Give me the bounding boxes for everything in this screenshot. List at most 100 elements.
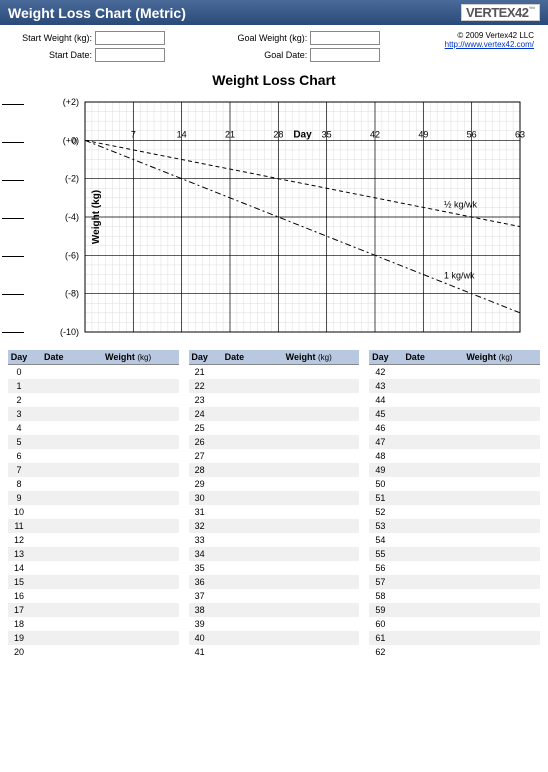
table-row: 7 [8, 463, 179, 477]
goal-weight-label: Goal Weight (kg): [229, 33, 307, 43]
table-row: 55 [369, 547, 540, 561]
table-row: 26 [189, 435, 360, 449]
svg-text:(+2): (+2) [63, 97, 79, 107]
table-row: 50 [369, 477, 540, 491]
vertex42-link[interactable]: http://www.vertex42.com/ [445, 40, 534, 49]
title-bar: Weight Loss Chart (Metric) VERTEX42™ [0, 0, 548, 25]
table-row: 37 [189, 589, 360, 603]
start-date-input[interactable] [95, 48, 165, 62]
goal-weight-input[interactable] [310, 31, 380, 45]
col-date: Date [391, 350, 438, 365]
table-row: 13 [8, 547, 179, 561]
table-row: 58 [369, 589, 540, 603]
table-row: 8 [8, 477, 179, 491]
table-row: 62 [369, 645, 540, 659]
log-table: DayDateWeight (kg)2122232425262728293031… [189, 350, 360, 659]
table-row: 17 [8, 603, 179, 617]
svg-text:28: 28 [273, 129, 283, 139]
table-row: 18 [8, 617, 179, 631]
table-row: 43 [369, 379, 540, 393]
start-weight-input[interactable] [95, 31, 165, 45]
page-title: Weight Loss Chart (Metric) [8, 5, 186, 21]
table-row: 4 [8, 421, 179, 435]
table-row: 28 [189, 463, 360, 477]
vertex42-logo: VERTEX42™ [461, 4, 540, 21]
weight-loss-chart: 071421283542495663Day(+2)(+0)(-2)(-4)(-6… [30, 92, 530, 342]
table-row: 21 [189, 365, 360, 379]
svg-text:1 kg/wk: 1 kg/wk [444, 271, 475, 281]
table-row: 16 [8, 589, 179, 603]
svg-text:(-4): (-4) [65, 212, 79, 222]
table-row: 14 [8, 561, 179, 575]
col-weight: Weight (kg) [77, 350, 178, 365]
log-table: DayDateWeight (kg)4243444546474849505152… [369, 350, 540, 659]
col-day: Day [189, 350, 211, 365]
table-row: 19 [8, 631, 179, 645]
table-row: 24 [189, 407, 360, 421]
svg-text:Weight (kg): Weight (kg) [91, 190, 102, 244]
table-row: 34 [189, 547, 360, 561]
table-row: 61 [369, 631, 540, 645]
table-row: 6 [8, 449, 179, 463]
svg-text:½ kg/wk: ½ kg/wk [444, 200, 478, 210]
svg-text:14: 14 [177, 129, 187, 139]
col-day: Day [369, 350, 391, 365]
svg-text:63: 63 [515, 129, 525, 139]
table-row: 3 [8, 407, 179, 421]
table-row: 23 [189, 393, 360, 407]
table-row: 31 [189, 505, 360, 519]
svg-text:49: 49 [418, 129, 428, 139]
table-row: 51 [369, 491, 540, 505]
svg-text:Day: Day [293, 129, 312, 140]
table-row: 56 [369, 561, 540, 575]
table-row: 0 [8, 365, 179, 379]
table-row: 30 [189, 491, 360, 505]
svg-text:7: 7 [131, 129, 136, 139]
table-row: 11 [8, 519, 179, 533]
side-blank-lines [2, 92, 24, 342]
col-day: Day [8, 350, 30, 365]
table-row: 42 [369, 365, 540, 379]
table-row: 60 [369, 617, 540, 631]
svg-text:42: 42 [370, 129, 380, 139]
table-row: 9 [8, 491, 179, 505]
goal-date-label: Goal Date: [229, 50, 307, 60]
svg-text:(-2): (-2) [65, 174, 79, 184]
table-row: 33 [189, 533, 360, 547]
table-row: 36 [189, 575, 360, 589]
table-row: 49 [369, 463, 540, 477]
svg-text:(-10): (-10) [60, 327, 79, 337]
table-row: 5 [8, 435, 179, 449]
table-row: 52 [369, 505, 540, 519]
table-row: 46 [369, 421, 540, 435]
table-row: 47 [369, 435, 540, 449]
table-row: 1 [8, 379, 179, 393]
svg-text:21: 21 [225, 129, 235, 139]
table-row: 15 [8, 575, 179, 589]
copyright-text: © 2009 Vertex42 LLC [445, 31, 534, 40]
table-row: 10 [8, 505, 179, 519]
svg-text:(-6): (-6) [65, 250, 79, 260]
table-row: 54 [369, 533, 540, 547]
log-table: DayDateWeight (kg)0123456789101112131415… [8, 350, 179, 659]
table-row: 20 [8, 645, 179, 659]
svg-text:56: 56 [467, 129, 477, 139]
svg-text:35: 35 [322, 129, 332, 139]
table-row: 39 [189, 617, 360, 631]
chart-title: Weight Loss Chart [8, 72, 540, 88]
table-row: 22 [189, 379, 360, 393]
table-row: 35 [189, 561, 360, 575]
col-date: Date [211, 350, 258, 365]
table-row: 40 [189, 631, 360, 645]
table-row: 44 [369, 393, 540, 407]
col-date: Date [30, 350, 77, 365]
table-row: 32 [189, 519, 360, 533]
table-row: 27 [189, 449, 360, 463]
table-row: 12 [8, 533, 179, 547]
goal-date-input[interactable] [310, 48, 380, 62]
table-row: 45 [369, 407, 540, 421]
table-row: 25 [189, 421, 360, 435]
log-tables: DayDateWeight (kg)0123456789101112131415… [0, 346, 548, 667]
table-row: 59 [369, 603, 540, 617]
col-weight: Weight (kg) [439, 350, 540, 365]
